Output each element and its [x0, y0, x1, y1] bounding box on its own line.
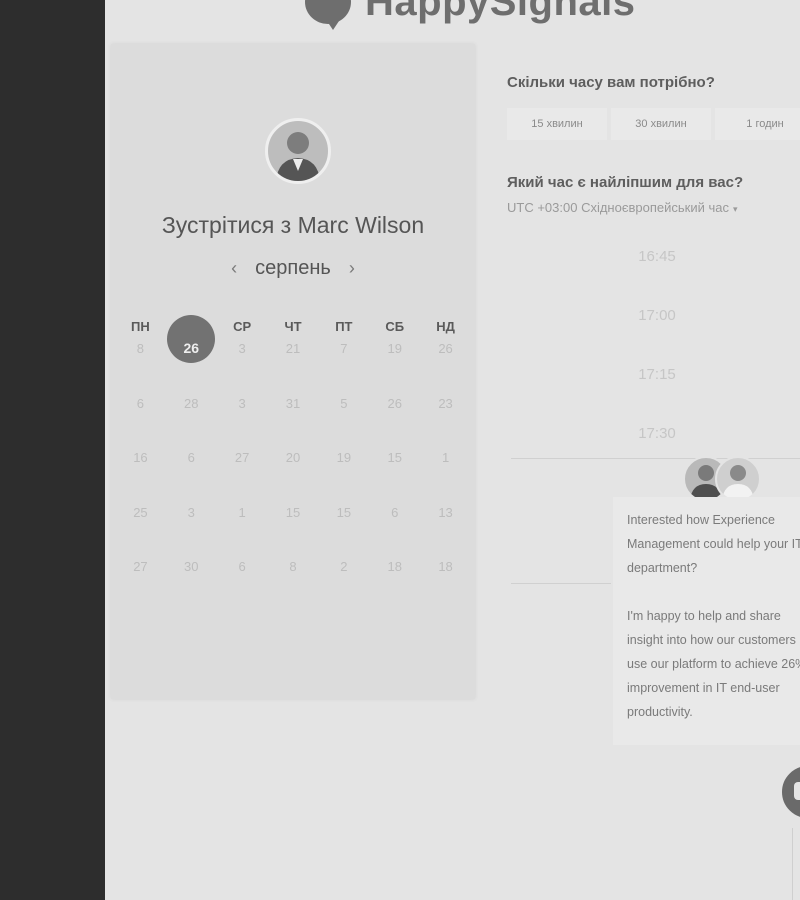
calendar-day[interactable]: 8: [268, 559, 319, 614]
chat-launcher-icon[interactable]: [778, 762, 800, 822]
calendar-day[interactable]: 18: [369, 559, 420, 614]
duration-option-60[interactable]: 1 годин: [715, 108, 800, 140]
time-question: Який час є найліпшим для вас?: [507, 174, 744, 191]
calendar-day[interactable]: 15: [318, 505, 369, 560]
brand-logo: HappySignals: [305, 0, 636, 30]
divider: [511, 583, 611, 584]
weekday-label: НД: [436, 319, 455, 334]
duration-option-15[interactable]: 15 хвилин: [507, 108, 607, 140]
booking-card: Зустрітися з Marc Wilson ‹ серпень › ПН …: [111, 44, 475, 699]
calendar-day[interactable]: 6: [166, 450, 217, 505]
calendar-day[interactable]: 2: [318, 559, 369, 614]
calendar-day[interactable]: 3: [217, 396, 268, 451]
calendar-day[interactable]: 8: [115, 341, 166, 396]
calendar-day[interactable]: 5: [318, 396, 369, 451]
calendar-day[interactable]: 6: [369, 505, 420, 560]
caret-down-icon: ▾: [732, 204, 738, 214]
duration-question: Скільки часу вам потрібно?: [507, 74, 715, 91]
calendar-day[interactable]: 25: [115, 505, 166, 560]
calendar-day[interactable]: 28: [166, 396, 217, 451]
scheduler-page: HappySignals Зустрітися з Marc Wilson ‹ …: [105, 0, 800, 900]
calendar-day[interactable]: 13: [420, 505, 471, 560]
calendar-day[interactable]: 30: [166, 559, 217, 614]
calendar-day[interactable]: 26: [369, 396, 420, 451]
calendar-day[interactable]: 21: [268, 341, 319, 396]
time-slot[interactable]: 17:15: [597, 366, 717, 383]
duration-options: 15 хвилин 30 хвилин 1 годин: [507, 108, 800, 140]
chevron-right-icon[interactable]: ›: [349, 258, 355, 279]
chat-message-bubble: Interested how Experience Management cou…: [613, 497, 800, 745]
month-label: серпень: [255, 257, 331, 279]
calendar-day[interactable]: 31: [268, 396, 319, 451]
calendar-grid: 8 26 3 21 7 19 26 6 28 3 31 5 26 23 16 6…: [111, 315, 475, 614]
calendar-day[interactable]: 3: [166, 505, 217, 560]
weekday-label: ЧТ: [284, 319, 302, 334]
meet-with-title: Зустрітися з Marc Wilson: [161, 212, 425, 238]
selected-day-label: 26: [183, 340, 200, 356]
calendar-day[interactable]: 27: [217, 450, 268, 505]
weekday-label: ПТ: [335, 319, 353, 334]
chevron-left-icon[interactable]: ‹: [231, 258, 237, 279]
calendar-day[interactable]: 20: [268, 450, 319, 505]
calendar-day[interactable]: 27: [115, 559, 166, 614]
time-slot[interactable]: 17:00: [597, 307, 717, 324]
time-slot[interactable]: 17:30: [597, 425, 717, 442]
calendar-day[interactable]: 18: [420, 559, 471, 614]
duration-option-30[interactable]: 30 хвилин: [611, 108, 711, 140]
calendar-day[interactable]: 15: [369, 450, 420, 505]
calendar-day[interactable]: 1: [217, 505, 268, 560]
calendar-day[interactable]: 6: [115, 396, 166, 451]
calendar-day[interactable]: 3: [217, 341, 268, 396]
weekday-header: ПН ВТ СР ЧТ ПТ СБ НД: [111, 319, 475, 334]
calendar-day[interactable]: 23: [420, 396, 471, 451]
calendar-day[interactable]: 16: [115, 450, 166, 505]
calendar-day-selected[interactable]: 26: [166, 315, 217, 396]
calendar-day[interactable]: 7: [318, 341, 369, 396]
speech-bubble-logo-icon: [305, 0, 351, 30]
timezone-label: UTC +03:00 Східноєвропейський час: [507, 200, 729, 215]
weekday-label: СБ: [385, 319, 405, 334]
month-navigation: ‹ серпень ›: [111, 257, 475, 280]
vertical-divider: [792, 828, 793, 900]
left-dark-panel: [0, 0, 105, 900]
chat-message-text: Interested how Experience Management cou…: [627, 513, 800, 719]
calendar-day[interactable]: 6: [217, 559, 268, 614]
calendar-day[interactable]: 19: [369, 341, 420, 396]
calendar-day[interactable]: 1: [420, 450, 471, 505]
agent-avatar: [715, 456, 761, 502]
calendar-day[interactable]: 19: [318, 450, 369, 505]
time-slot[interactable]: 16:45: [597, 248, 717, 265]
calendar-day[interactable]: 26: [420, 341, 471, 396]
timezone-select[interactable]: UTC +03:00 Східноєвропейський час ▾: [507, 200, 738, 215]
brand-name: HappySignals: [365, 0, 636, 24]
calendar-day[interactable]: 15: [268, 505, 319, 560]
weekday-label: ПН: [131, 319, 150, 334]
host-avatar: [265, 118, 331, 184]
weekday-label: СР: [233, 319, 252, 334]
